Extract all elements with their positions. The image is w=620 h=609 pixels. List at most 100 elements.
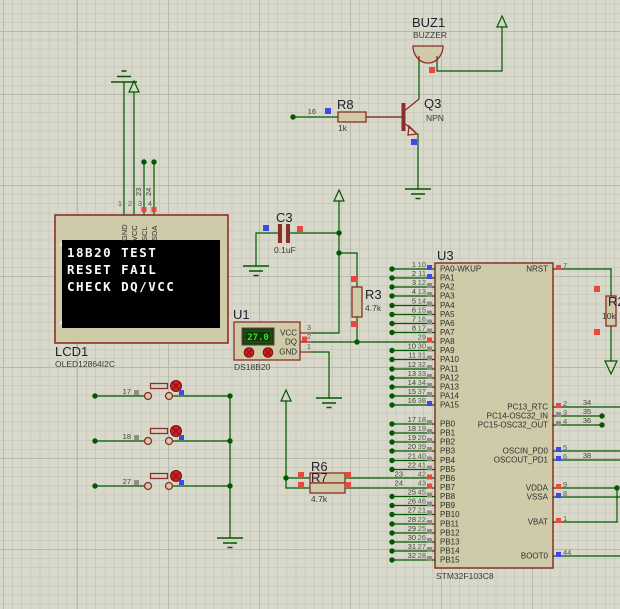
power-arrow-icon xyxy=(496,14,508,28)
junction-dot xyxy=(141,159,147,165)
u3-net-label: 24 xyxy=(395,479,403,488)
u3-pin-number: 32 xyxy=(418,360,426,369)
u3-net-label: 4 xyxy=(412,287,416,296)
u3-pin-number: 21 xyxy=(418,506,426,515)
button-net-label: 18 xyxy=(123,432,131,441)
pin-state-square xyxy=(345,482,351,488)
pin-state-square xyxy=(427,474,432,480)
junction-dot xyxy=(389,493,395,500)
u3-pin-name: PA15 xyxy=(440,401,460,410)
u1-ref: U1 xyxy=(233,307,250,322)
transistor-component[interactable] xyxy=(366,98,420,136)
pin-state-square xyxy=(556,421,561,426)
u3-pin-number: 5 xyxy=(563,443,567,452)
button-terminal xyxy=(143,391,153,401)
junction-dot xyxy=(599,422,605,428)
u3-pin-name: PB14 xyxy=(440,547,460,556)
junction-dot xyxy=(290,114,296,120)
junction-dot xyxy=(389,266,395,272)
junction-dot xyxy=(92,483,98,489)
resistor-r3-body[interactable] xyxy=(351,286,363,318)
capacitor-c3[interactable] xyxy=(278,224,290,243)
pin-state-square xyxy=(427,465,432,471)
u3-pin-name: PA12 xyxy=(440,374,460,383)
schematic-canvas[interactable]: 18B20 TEST RESET FAIL CHECK DQ/VCC 27.0 … xyxy=(0,0,620,609)
pin-state-square xyxy=(427,283,432,288)
buzzer-component[interactable] xyxy=(412,45,444,64)
pin-state-square xyxy=(427,274,432,279)
u3-net-label: 19 xyxy=(408,433,416,442)
u3-pin-number: 15 xyxy=(418,306,426,315)
button-terminal xyxy=(164,481,174,491)
junction-dot xyxy=(92,393,98,399)
resistor-r8-body[interactable] xyxy=(337,111,367,123)
pin-state-square xyxy=(427,520,432,525)
u3-net-label: 25 xyxy=(408,488,416,497)
lcd-pin-number: 1 xyxy=(118,199,122,208)
u1-pin-number: 1 xyxy=(307,342,311,351)
u3-pin-number: 14 xyxy=(418,297,426,306)
u3-net-label: 6 xyxy=(412,306,416,315)
lcd-line-1: 18B20 TEST xyxy=(67,245,157,260)
junction-dot xyxy=(389,356,395,363)
pin-state-square xyxy=(429,67,435,73)
u3-pin-name: VDDA xyxy=(526,484,549,493)
u3-net-label: 17 xyxy=(408,415,416,424)
q3-model: NPN xyxy=(426,113,444,123)
pin-state-square xyxy=(411,139,417,145)
junction-dot xyxy=(227,483,233,489)
u3-pin-name: PB7 xyxy=(440,483,456,492)
u1-pin-name: GND xyxy=(279,348,297,357)
u3-pin-number: 8 xyxy=(563,489,567,498)
pin-state-square xyxy=(427,401,432,406)
junction-dot xyxy=(336,250,342,256)
u3-pin-name: PB6 xyxy=(440,474,456,483)
pin-state-square xyxy=(179,390,184,395)
u3-net-label: 27 xyxy=(408,506,416,515)
junction-dot xyxy=(389,275,395,281)
u3-pin-number: 16 xyxy=(418,315,426,324)
r67-value: 4.7k xyxy=(311,494,328,504)
power-arrow-icon xyxy=(280,388,292,402)
buz1-model: BUZZER xyxy=(413,30,447,40)
u3-pin-name: PA6 xyxy=(440,319,455,328)
pin-state-square xyxy=(594,286,600,292)
pin-state-square xyxy=(427,556,432,561)
junction-dot xyxy=(389,530,395,536)
junction-dot xyxy=(389,557,395,563)
u3-pin-number: 28 xyxy=(418,551,426,560)
u3-pin-name: PB4 xyxy=(440,456,456,465)
u3-pin-number: 19 xyxy=(418,424,426,433)
r2-ref: R2 xyxy=(608,294,620,309)
u3-pin-name: PA8 xyxy=(440,337,455,346)
lcd-net-23: 23 xyxy=(134,188,143,196)
lcd-pin-number: 2 xyxy=(128,199,132,208)
pin-state-square xyxy=(427,374,432,379)
pin-state-square xyxy=(427,328,432,334)
lcd-pin-name: VCC xyxy=(130,225,139,241)
u3-net-label: 21 xyxy=(408,452,416,461)
u3-net-label: 8 xyxy=(412,324,416,333)
u3-pin-name: PA2 xyxy=(440,283,455,292)
u3-pin-name: VSSA xyxy=(527,493,549,502)
transistor-base-bar xyxy=(401,103,406,131)
u3-net-label: 20 xyxy=(408,442,416,451)
u3-net-label: 23 xyxy=(395,470,403,479)
schematic-svg: 18B20 TEST RESET FAIL CHECK DQ/VCC 27.0 … xyxy=(54,14,620,581)
pin-state-square xyxy=(427,301,432,307)
junction-dot xyxy=(389,320,395,327)
u3-net-label: 7 xyxy=(412,315,416,324)
u3-pin-number: 22 xyxy=(418,515,426,524)
pin-state-square xyxy=(427,438,432,443)
pin-state-square xyxy=(427,492,432,498)
pin-state-square xyxy=(351,321,357,327)
buz1-ref: BUZ1 xyxy=(412,15,445,30)
u3-pin-number: 39 xyxy=(418,442,426,451)
lcd-cursor-dot xyxy=(60,243,62,246)
u3-pin-name: PB12 xyxy=(440,529,460,538)
u3-pin-number: 30 xyxy=(418,342,426,351)
pin-state-square xyxy=(427,346,432,352)
u1-pin-name: VCC xyxy=(280,329,297,338)
u3-pin-number: 4 xyxy=(563,417,567,426)
u3-pin-name: PB13 xyxy=(440,538,460,547)
